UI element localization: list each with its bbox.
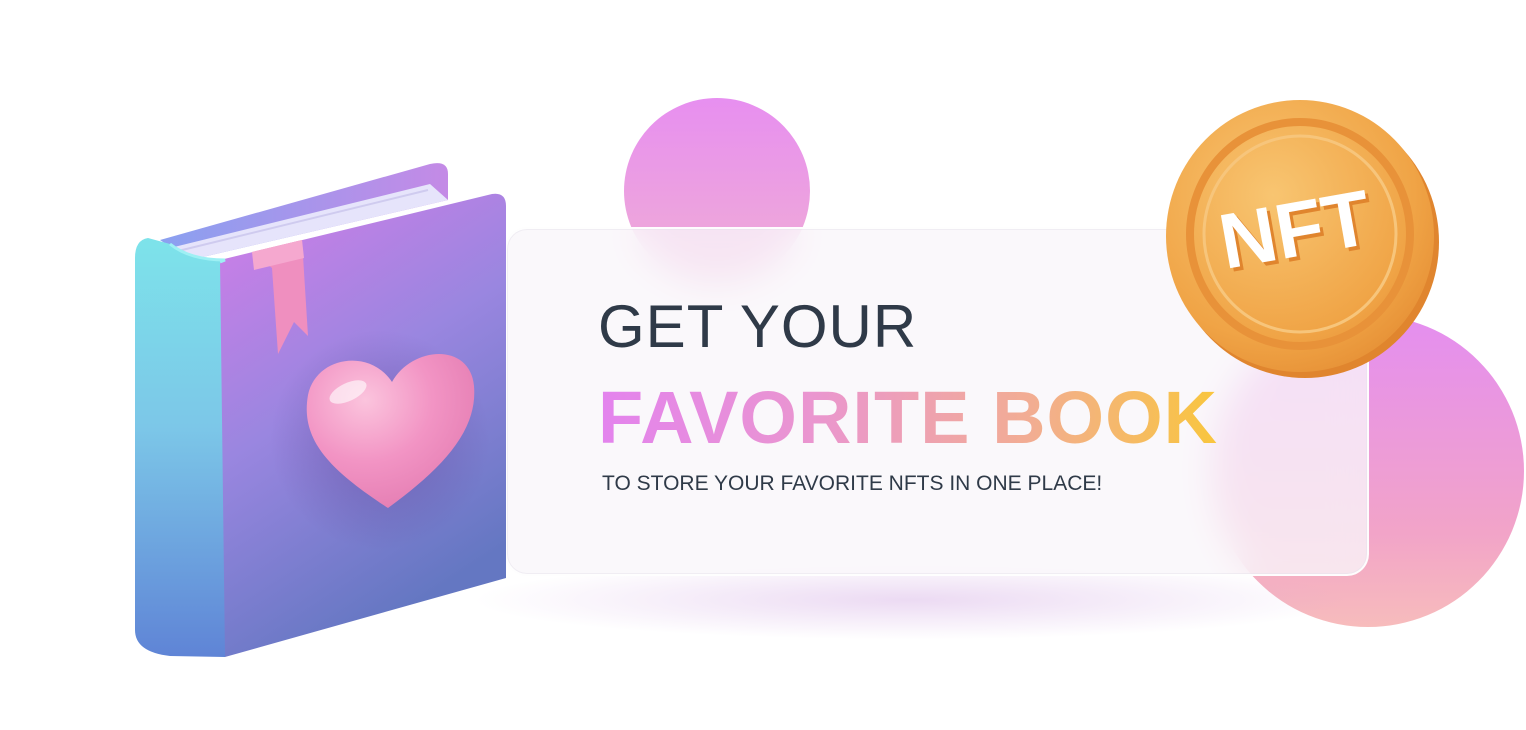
subtitle: TO STORE YOUR FAVORITE NFTS IN ONE PLACE… <box>602 472 1103 495</box>
nft-coin-icon: NFT NFT <box>1166 100 1439 378</box>
book-with-heart-icon <box>135 163 506 657</box>
promo-banner: GET YOUR FAVORITE BOOK TO STORE YOUR FAV… <box>0 0 1526 730</box>
headline-top: GET YOUR <box>598 293 918 360</box>
headline-gradient: FAVORITE BOOK <box>598 376 1219 459</box>
